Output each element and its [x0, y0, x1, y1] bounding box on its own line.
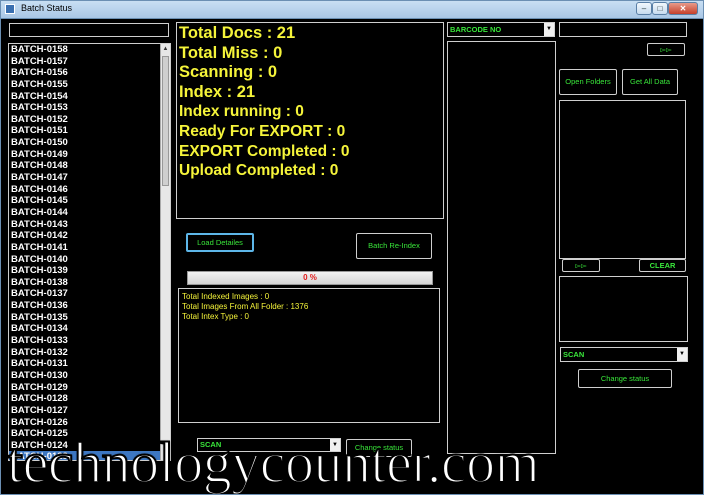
- clear-button[interactable]: CLEAR: [639, 259, 686, 272]
- batch-list-item[interactable]: BATCH-0152: [9, 114, 170, 126]
- load-details-button[interactable]: Load Detailes: [186, 233, 254, 252]
- scan-select-right-value: SCAN: [563, 350, 585, 359]
- batch-list-item[interactable]: BATCH-0143: [9, 219, 170, 231]
- chevron-down-icon[interactable]: ▼: [544, 23, 554, 36]
- batch-list-item[interactable]: BATCH-0138: [9, 277, 170, 289]
- batch-list-item[interactable]: BATCH-0137: [9, 288, 170, 300]
- stat-export-completed: EXPORT Completed : 0: [179, 142, 350, 160]
- batch-list-item[interactable]: BATCH-0130: [9, 370, 170, 382]
- scan-output-box[interactable]: [559, 276, 688, 342]
- batch-list-item[interactable]: BATCH-0147: [9, 172, 170, 184]
- batch-list-scrollbar[interactable]: ▲ ▼: [160, 44, 170, 460]
- batch-items: BATCH-0158 BATCH-0157 BATCH-0156 BATCH-0155…: [9, 44, 170, 460]
- batch-list-item[interactable]: BATCH-0135: [9, 312, 170, 324]
- batch-list-item[interactable]: BATCH-0149: [9, 149, 170, 161]
- batch-list-item[interactable]: BATCH-0146: [9, 184, 170, 196]
- watermark: technologycounter.com: [6, 429, 541, 495]
- stats-panel: Total Docs : 21 Total Miss : 0 Scanning …: [176, 22, 444, 219]
- maximize-button[interactable]: □: [652, 2, 668, 15]
- batch-list-item[interactable]: BATCH-0157: [9, 56, 170, 68]
- batch-list-item[interactable]: BATCH-0156: [9, 67, 170, 79]
- info-panel: Total Indexed Images : 0 Total Images Fr…: [178, 288, 440, 423]
- open-folders-button[interactable]: Open Folders: [559, 69, 617, 95]
- barcode-select-value: BARCODE NO: [450, 25, 502, 34]
- batch-list[interactable]: BATCH-0158 BATCH-0157 BATCH-0156 BATCH-0155…: [8, 43, 171, 461]
- stat-scanning: Scanning : 0: [179, 63, 278, 82]
- title-bar[interactable]: Batch Status – □ ✕: [1, 1, 703, 19]
- batch-list-item[interactable]: BATCH-0136: [9, 300, 170, 312]
- app-icon: [5, 4, 15, 14]
- batch-list-item[interactable]: BATCH-0155: [9, 79, 170, 91]
- batch-list-item[interactable]: BATCH-0151: [9, 125, 170, 137]
- next-top-button[interactable]: ▻▻: [647, 43, 685, 56]
- folder-list[interactable]: [559, 100, 686, 259]
- minimize-button[interactable]: –: [636, 2, 652, 15]
- batch-status-window: Batch Status – □ ✕ BATCH-0158 BATCH-0157 B…: [0, 0, 704, 495]
- batch-reindex-button[interactable]: Batch Re-Index: [356, 233, 432, 259]
- batch-list-item[interactable]: BATCH-0144: [9, 207, 170, 219]
- stat-upload-completed: Upload Completed : 0: [179, 162, 339, 180]
- batch-list-item[interactable]: BATCH-0141: [9, 242, 170, 254]
- next-mid-button[interactable]: ▻▻: [562, 259, 600, 272]
- stat-index-running: Index running : 0: [179, 103, 304, 121]
- batch-list-item[interactable]: BATCH-0145: [9, 195, 170, 207]
- progress-bar: 0 %: [187, 271, 433, 285]
- batch-list-item[interactable]: BATCH-0140: [9, 254, 170, 266]
- batch-list-item[interactable]: BATCH-0127: [9, 405, 170, 417]
- scroll-thumb[interactable]: [162, 56, 169, 186]
- batch-list-item[interactable]: BATCH-0154: [9, 91, 170, 103]
- batch-list-item[interactable]: BATCH-0126: [9, 417, 170, 429]
- stat-ready-for-export: Ready For EXPORT : 0: [179, 122, 346, 140]
- batch-list-item[interactable]: BATCH-0134: [9, 323, 170, 335]
- barcode-input[interactable]: [559, 22, 687, 37]
- barcode-select[interactable]: BARCODE NO ▼: [447, 22, 555, 37]
- stat-index: Index : 21: [179, 82, 256, 101]
- batch-list-item[interactable]: BATCH-0129: [9, 382, 170, 394]
- info-total-index-type: Total Intex Type : 0: [182, 312, 250, 321]
- batch-list-item[interactable]: BATCH-0139: [9, 265, 170, 277]
- batch-list-item[interactable]: BATCH-0128: [9, 393, 170, 405]
- info-total-images: Total Images From All Folder : 1376: [182, 302, 309, 311]
- batch-list-item[interactable]: BATCH-0158: [9, 44, 170, 56]
- batch-search-input[interactable]: [9, 23, 169, 37]
- batch-list-item[interactable]: BATCH-0133: [9, 335, 170, 347]
- batch-list-item[interactable]: BATCH-0142: [9, 230, 170, 242]
- batch-list-item[interactable]: BATCH-0150: [9, 137, 170, 149]
- stat-total-docs: Total Docs : 21: [179, 24, 296, 42]
- chevron-down-icon[interactable]: ▼: [677, 348, 687, 361]
- scroll-up-icon[interactable]: ▲: [161, 44, 170, 54]
- scan-select-right[interactable]: SCAN ▼: [560, 347, 688, 362]
- window-title: Batch Status: [21, 3, 73, 13]
- batch-list-item[interactable]: BATCH-0132: [9, 347, 170, 359]
- close-button[interactable]: ✕: [668, 2, 698, 15]
- info-total-indexed: Total Indexed Images : 0: [182, 292, 270, 301]
- batch-list-item[interactable]: BATCH-0131: [9, 358, 170, 370]
- batch-list-item[interactable]: BATCH-0148: [9, 160, 170, 172]
- stat-total-miss: Total Miss : 0: [179, 43, 283, 62]
- change-status-right-button[interactable]: Change status: [578, 369, 672, 388]
- batch-list-item[interactable]: BATCH-0153: [9, 102, 170, 114]
- get-all-data-button[interactable]: Get All Data: [622, 69, 678, 95]
- barcode-list[interactable]: [447, 41, 556, 454]
